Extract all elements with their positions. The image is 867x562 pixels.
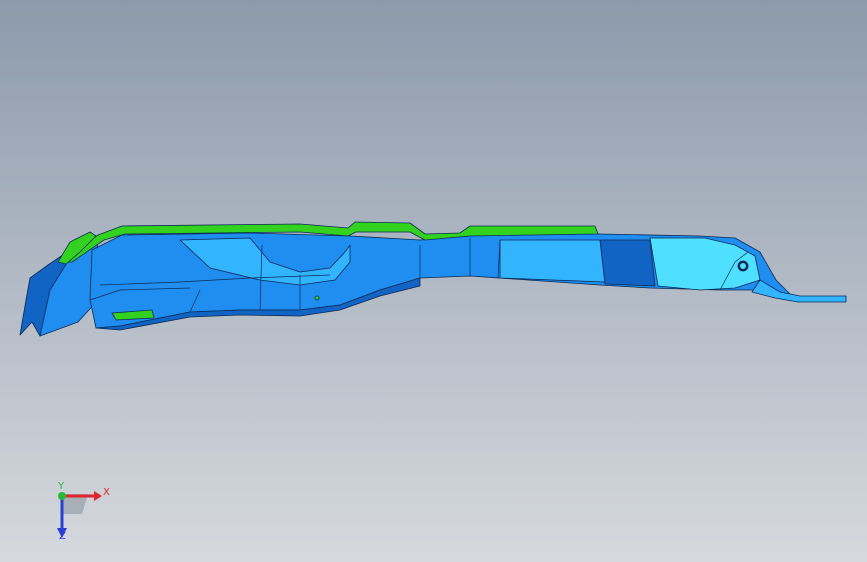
- triad-x-label: X: [103, 487, 110, 498]
- triad-y-label: Y: [58, 481, 65, 492]
- orientation-triad[interactable]: X Y Z: [40, 480, 120, 550]
- triad-y-axis: [58, 492, 66, 500]
- part-dot: [314, 295, 320, 301]
- triad-z-label: Z: [59, 531, 66, 542]
- part-panel-middle[interactable]: [499, 239, 606, 283]
- graphics-viewport[interactable]: X Y Z: [0, 0, 867, 562]
- triad-x-arrow: [94, 491, 102, 501]
- part-hole-inner: [740, 263, 746, 269]
- part-panel-dark[interactable]: [599, 239, 656, 287]
- model-view[interactable]: [0, 0, 867, 562]
